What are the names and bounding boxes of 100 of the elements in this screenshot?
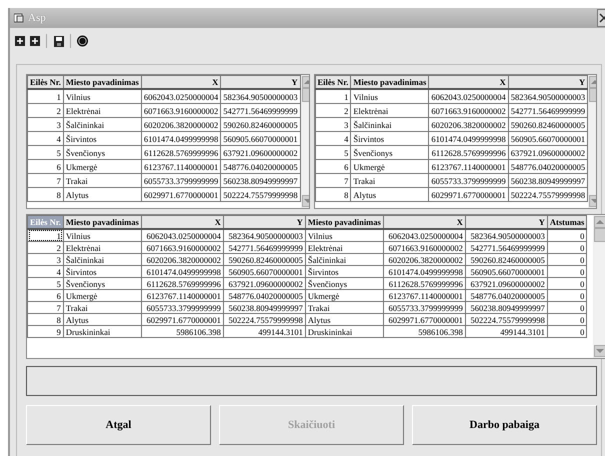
table-cell: 1 [28,229,64,242]
table-cell: 6020206.3820000002 [428,118,508,132]
table-cell: 0 [547,290,587,302]
scroll-down-icon[interactable] [596,348,604,354]
table-cell: 2 [28,104,64,118]
table-cell: 6029971.6770000001 [428,188,508,202]
table-cell: Vilnius [63,229,142,242]
plus-icon[interactable] [14,36,24,46]
table-cell: Trakai [63,302,142,314]
table-cell: 6020206.3820000002 [141,254,224,266]
table-cell: 582364.90500000003 [220,89,300,104]
table-cell: 1 [28,89,64,104]
column-header[interactable]: Y [465,216,548,229]
column-header[interactable]: Eilės Nr. [315,76,351,89]
table-cell: 560905.66070000001 [220,132,300,146]
table-cell: 6123767.1140000001 [383,290,466,302]
table-cell: 0 [547,266,587,278]
table-cell: 560238.80949999997 [465,302,548,314]
table-cell: Švenčionys [305,278,384,290]
table-cell: 6055733.3799999999 [141,174,221,188]
table-cell: 6101474.0499999998 [383,266,466,278]
scroll-up-icon[interactable] [596,219,604,225]
table-cell: Ukmergė [350,160,429,174]
close-button[interactable] [597,9,605,27]
scrollbar[interactable] [593,215,605,358]
table-cell: 502224.75579999998 [223,314,306,326]
table-cell: 6071663.9160000002 [141,104,221,118]
column-header[interactable]: X [383,216,466,229]
plus-icon[interactable] [30,36,40,46]
action-button[interactable]: Darbo pabaiga [412,405,597,445]
scroll-thumb[interactable] [594,228,605,242]
table-cell: 637921.09600000002 [223,278,306,290]
table-cell: Šalčininkai [305,254,384,266]
table-cell: 6029971.6770000001 [141,188,221,202]
table-cell: 0 [547,242,587,254]
table-cell: 0 [547,302,587,314]
table-cell: Trakai [63,174,142,188]
table-cell: 548776.04020000005 [508,160,588,174]
table-cell: 548776.04020000005 [220,160,300,174]
close-icon[interactable] [599,13,605,23]
stop-icon[interactable] [77,35,88,47]
table-cell: 5 [315,146,351,160]
table-cell: 637921.09600000002 [465,278,548,290]
column-header[interactable]: Y [223,216,306,229]
column-header[interactable]: Y [508,76,588,89]
table-cell: 6123767.1140000001 [141,160,221,174]
table-cell: Ukmergė [63,160,142,174]
table-cell: 4 [28,132,64,146]
table-cell: 1 [315,89,351,104]
table-cell: 542771.56469999999 [223,242,306,254]
table-cell: 637921.09600000002 [508,146,588,160]
table-cell: 5 [28,146,64,160]
table-cell: 6055733.3799999999 [428,174,508,188]
table-cell: 0 [547,314,587,326]
table-cell: 3 [28,254,64,266]
table-cell: Trakai [350,174,429,188]
column-header[interactable]: Miesto pavadinimas [350,76,429,89]
table-cell: Druskininkai [305,326,384,338]
table-cell: 3 [315,118,351,132]
table-cell: 542771.56469999999 [220,104,300,118]
table-cell: Druskininkai [63,326,142,338]
table-cell: 560905.66070000001 [465,266,548,278]
table-cell: Šalčininkai [350,118,429,132]
table-cell: 8 [315,188,351,202]
table-cell: 2 [28,242,64,254]
table-cell: Šalčininkai [63,254,142,266]
table-cell: 9 [28,326,64,338]
table-cell: 6123767.1140000001 [428,160,508,174]
table-cell: 6020206.3820000002 [383,254,466,266]
column-header[interactable]: Miesto pavadinimas [63,76,142,89]
table-cell: 6112628.5769999996 [141,146,221,160]
table-cell: 590260.82460000005 [223,254,306,266]
column-header[interactable]: X [428,76,508,89]
column-header[interactable]: Miesto pavadinimas [305,216,384,229]
save-icon[interactable] [54,36,64,46]
table-cell: 5986106.398 [141,326,224,338]
column-header[interactable]: Y [220,76,300,89]
table-cell: 502224.75579999998 [508,188,588,202]
table-cell: 502224.75579999998 [465,314,548,326]
column-header[interactable]: X [141,76,221,89]
column-header[interactable]: Miesto pavadinimas [63,216,142,229]
table-cell: 6062043.0250000004 [383,229,466,242]
table-cell: 4 [28,266,64,278]
table-cell: 6055733.3799999999 [383,302,466,314]
table-cell: 5 [28,278,64,290]
column-header[interactable]: X [141,216,224,229]
table-cell: Vilnius [350,89,429,104]
app-icon [14,13,24,23]
table-cell: Alytus [63,188,142,202]
table-cell: 2 [315,104,351,118]
table-cell: Širvintos [63,132,142,146]
action-button[interactable]: Atgal [26,405,211,445]
table-cell: 590260.82460000005 [220,118,300,132]
table-cell: 499144.3101 [465,326,548,338]
column-header[interactable]: Eilės Nr. [28,76,64,89]
table-cell: 637921.09600000002 [220,146,300,160]
table-cell: 6020206.3820000002 [141,118,221,132]
table-cell: 6071663.9160000002 [428,104,508,118]
table-cell: 6029971.6770000001 [141,314,224,326]
column-header[interactable]: Atstumas [547,216,587,229]
